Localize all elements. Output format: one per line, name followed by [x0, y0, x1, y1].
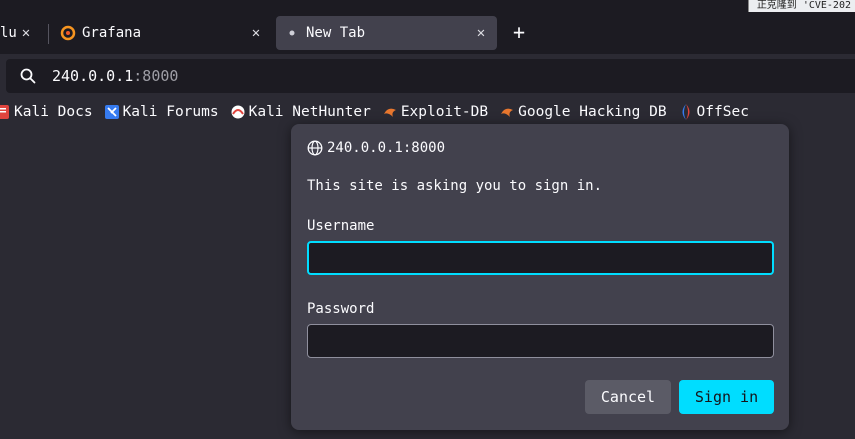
dot-icon: [284, 25, 300, 41]
tab-label: Grafana: [82, 25, 142, 41]
new-tab-button[interactable]: +: [505, 18, 533, 46]
sign-in-dialog: 240.0.0.1:8000 This site is asking you t…: [291, 124, 789, 430]
tab-partial[interactable]: lucc ✕: [0, 16, 42, 50]
password-label: Password: [307, 301, 375, 317]
password-field[interactable]: [307, 324, 774, 358]
sign-in-button[interactable]: Sign in: [679, 380, 774, 414]
window-title-fragment: 正克隆到 'CVE-202: [747, 0, 855, 12]
bookmark-kali-forums[interactable]: Kali Forums: [104, 104, 219, 120]
url-host: 240.0.0.1: [52, 67, 134, 85]
grafana-icon: [60, 25, 76, 41]
bookmark-google-hacking-db[interactable]: Google Hacking DB: [500, 104, 667, 120]
bookmarks-bar: Kali Docs Kali Forums Kali NetHunter Exp…: [0, 98, 855, 126]
close-icon[interactable]: ✕: [248, 25, 264, 41]
username-label: Username: [307, 218, 375, 234]
bookmark-label: Kali Docs: [14, 104, 93, 120]
bookmark-label: Google Hacking DB: [518, 104, 667, 120]
tab-label: lucc: [0, 25, 18, 41]
nethunter-icon: [231, 105, 245, 119]
tab-label: New Tab: [306, 25, 366, 41]
window-titlebar: 正克隆到 'CVE-202: [0, 0, 855, 12]
tab-grafana[interactable]: Grafana ✕: [52, 16, 272, 50]
ghdb-icon: [500, 105, 514, 119]
bookmark-kali-docs[interactable]: Kali Docs: [0, 104, 93, 120]
bookmark-label: Kali Forums: [122, 104, 219, 120]
bookmark-exploit-db[interactable]: Exploit-DB: [383, 104, 488, 120]
bookmark-label: Exploit-DB: [400, 104, 489, 120]
bookmark-kali-nethunter[interactable]: Kali NetHunter: [231, 104, 371, 120]
dialog-message: This site is asking you to sign in.: [307, 178, 603, 194]
tab-separator: [48, 24, 49, 44]
offsec-icon: [679, 104, 693, 120]
close-icon[interactable]: ✕: [473, 25, 489, 41]
url-bar[interactable]: 240.0.0.1:8000: [6, 59, 855, 93]
globe-icon: [307, 140, 323, 156]
dialog-origin-text: 240.0.0.1:8000: [327, 140, 446, 156]
nav-bar: 240.0.0.1:8000: [0, 54, 855, 98]
username-field[interactable]: [307, 241, 774, 275]
bookmark-label: Kali NetHunter: [248, 104, 371, 120]
dialog-origin: 240.0.0.1:8000: [307, 140, 445, 156]
cancel-button[interactable]: Cancel: [585, 380, 671, 414]
plus-icon: +: [512, 20, 526, 44]
tab-new-tab[interactable]: New Tab ✕: [276, 16, 497, 50]
exploit-db-icon: [383, 105, 397, 119]
close-icon[interactable]: ✕: [18, 25, 34, 41]
tab-strip: lucc ✕ Grafana ✕ New Tab ✕ +: [0, 12, 855, 54]
url-port: :8000: [133, 67, 179, 85]
bookmark-label: OffSec: [696, 104, 749, 120]
bookmark-offsec[interactable]: OffSec: [679, 104, 749, 120]
search-icon: [20, 67, 38, 85]
kali-forums-icon: [104, 105, 119, 119]
kali-docs-icon: [0, 105, 10, 119]
